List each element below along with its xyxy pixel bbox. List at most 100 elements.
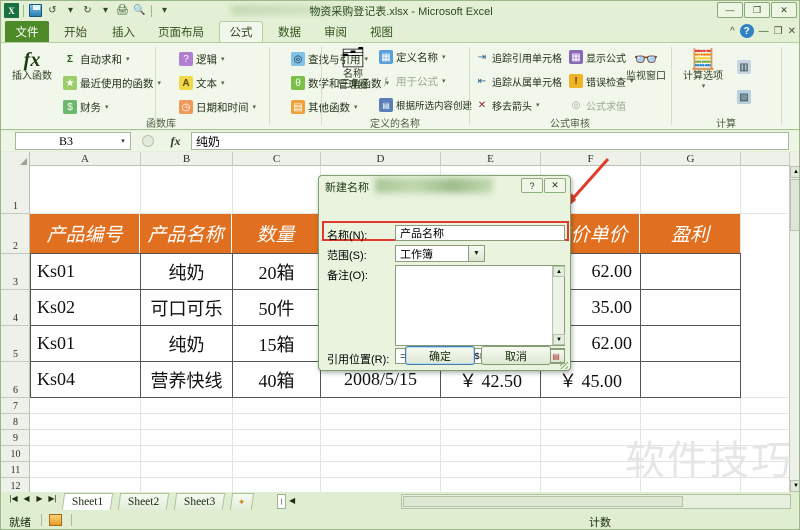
- vertical-scroll-thumb[interactable]: [790, 179, 799, 231]
- sheet-tab-bar[interactable]: |◀ ◀ ▶ ▶| Sheet1 Sheet2 Sheet3 ✦ | ◀: [1, 492, 799, 511]
- table-row[interactable]: 15箱: [232, 325, 321, 362]
- cancel-edit-icon[interactable]: [141, 135, 154, 147]
- row-header-8[interactable]: 8: [1, 414, 30, 430]
- tab-formulas[interactable]: 公式: [219, 21, 263, 42]
- recently-used-button[interactable]: ★ 最近使用的函数 ▾: [63, 73, 161, 93]
- table-row[interactable]: 可口可乐: [140, 289, 233, 326]
- sheet-tab-sheet2[interactable]: Sheet2: [117, 493, 170, 510]
- sheet-tab-sheet3[interactable]: Sheet3: [173, 493, 226, 510]
- row-header-11[interactable]: 11: [1, 462, 30, 478]
- show-formulas-button[interactable]: ▦ 显示公式: [569, 47, 626, 67]
- doc-restore-icon[interactable]: ❐: [774, 26, 783, 37]
- calculation-options-button[interactable]: 🧮 计算选项 ▾: [677, 49, 729, 90]
- row-header-10[interactable]: 10: [1, 446, 30, 462]
- remove-arrows-button[interactable]: ✕ 移去箭头 ▾: [475, 95, 540, 115]
- autosum-button[interactable]: Σ 自动求和 ▾: [63, 49, 130, 69]
- formula-bar[interactable]: B3 ▾ fx 纯奶: [1, 131, 799, 151]
- tab-home[interactable]: 开始: [55, 21, 96, 42]
- scope-select[interactable]: 工作簿 ▼: [395, 245, 485, 262]
- column-header-D[interactable]: D: [321, 152, 441, 166]
- next-sheet-icon[interactable]: ▶: [33, 494, 46, 503]
- tab-review[interactable]: 审阅: [315, 21, 356, 42]
- row-header-4[interactable]: 4: [1, 290, 30, 326]
- window-controls[interactable]: — ❐ ✕: [717, 2, 797, 18]
- dialog-help-button[interactable]: ?: [521, 178, 543, 193]
- table-row[interactable]: 20箱: [232, 253, 321, 290]
- scroll-left-icon[interactable]: ◀: [289, 496, 295, 505]
- tab-file[interactable]: 文件: [5, 21, 49, 42]
- horizontal-scrollbar[interactable]: [401, 494, 791, 509]
- define-name-button[interactable]: ▦ 定义名称 ▾: [379, 47, 446, 67]
- table-row[interactable]: 纯奶: [140, 253, 233, 290]
- macro-record-icon[interactable]: [49, 514, 62, 526]
- chevron-down-icon[interactable]: ▼: [468, 246, 484, 261]
- doc-close-icon[interactable]: ✕: [788, 26, 796, 37]
- last-sheet-icon[interactable]: ▶|: [46, 494, 59, 503]
- watch-window-button[interactable]: 👓 监视窗口: [621, 49, 671, 82]
- tab-page-layout[interactable]: 页面布局: [149, 21, 213, 42]
- tab-insert[interactable]: 插入: [103, 21, 144, 42]
- table-row[interactable]: [640, 361, 741, 398]
- help-icon[interactable]: ?: [739, 24, 754, 38]
- close-button[interactable]: ✕: [771, 2, 797, 18]
- row-header-6[interactable]: 6: [1, 362, 30, 398]
- table-header-cell-b[interactable]: 产品名称: [140, 214, 232, 253]
- column-header-A[interactable]: A: [30, 152, 141, 166]
- column-header-F[interactable]: F: [541, 152, 641, 166]
- horizontal-scroll-thumb[interactable]: [403, 496, 683, 507]
- chevron-down-icon[interactable]: ▾: [221, 79, 225, 87]
- sheet-tab-sheet1[interactable]: Sheet1: [61, 493, 114, 510]
- insert-function-icon[interactable]: fx: [171, 134, 181, 149]
- resize-grip[interactable]: [560, 361, 568, 369]
- row-headers[interactable]: 1 2 3 4 5 6 7 8 9 10 11 12: [1, 166, 30, 492]
- name-manager-button[interactable]: 🗂 名称 管理器: [331, 47, 375, 91]
- cancel-button[interactable]: 取消: [481, 346, 551, 365]
- table-row[interactable]: [640, 253, 741, 290]
- minimize-button[interactable]: —: [717, 2, 743, 18]
- doc-minimize-icon[interactable]: —: [759, 26, 769, 37]
- scroll-down-icon[interactable]: ▼: [553, 334, 565, 345]
- column-header-C[interactable]: C: [233, 152, 321, 166]
- ribbon-tab-strip[interactable]: 文件 开始 插入 页面布局 公式 数据 审阅 视图 ^ ? — ❐ ✕: [1, 21, 799, 42]
- ribbon-right-controls[interactable]: ^ ? — ❐ ✕: [730, 24, 796, 38]
- row-header-9[interactable]: 9: [1, 430, 30, 446]
- chevron-down-icon[interactable]: ▾: [221, 55, 225, 63]
- table-row[interactable]: 营养快线: [140, 361, 233, 398]
- new-name-dialog[interactable]: 新建名称 ? ✕ 名称(N): 产品名称 范围(S): 工作簿 ▼ 备注(O):…: [318, 175, 571, 371]
- table-row[interactable]: [640, 325, 741, 362]
- chevron-down-icon[interactable]: ▾: [158, 79, 162, 87]
- table-header-cell-c[interactable]: 数量: [232, 214, 320, 253]
- column-header-H[interactable]: [741, 152, 789, 166]
- table-row[interactable]: [640, 289, 741, 326]
- create-from-selection-button[interactable]: ▤ 根据所选内容创建: [379, 95, 472, 115]
- chevron-down-icon[interactable]: ▾: [442, 77, 446, 85]
- table-row[interactable]: Ks02: [30, 289, 141, 326]
- name-box-dropdown-icon[interactable]: ▾: [116, 137, 130, 145]
- select-all-corner[interactable]: [1, 152, 30, 166]
- table-row[interactable]: 40箱: [232, 361, 321, 398]
- column-header-B[interactable]: B: [141, 152, 233, 166]
- scroll-down-icon[interactable]: ▼: [790, 480, 799, 492]
- comment-scrollbar[interactable]: ▲ ▼: [552, 266, 565, 345]
- scroll-split-handle[interactable]: |: [277, 494, 286, 509]
- chevron-down-icon[interactable]: ▾: [105, 103, 109, 111]
- chevron-down-icon[interactable]: ▾: [253, 103, 257, 111]
- name-box[interactable]: B3 ▾: [15, 132, 131, 150]
- name-input[interactable]: 产品名称: [395, 225, 565, 241]
- financial-button[interactable]: $ 财务 ▾: [63, 97, 109, 117]
- use-in-formula-button[interactable]: ƒ 用于公式 ▾: [379, 71, 446, 91]
- restore-button[interactable]: ❐: [744, 2, 770, 18]
- insert-function-button[interactable]: fx 插入函数: [7, 49, 57, 82]
- table-row[interactable]: 50件: [232, 289, 321, 326]
- text-button[interactable]: A 文本 ▾: [179, 73, 225, 93]
- column-header-G[interactable]: G: [641, 152, 741, 166]
- calculate-sheet-button[interactable]: ▨: [737, 87, 751, 107]
- table-row[interactable]: 纯奶: [140, 325, 233, 362]
- formula-bar-buttons[interactable]: fx: [133, 132, 189, 150]
- trace-precedents-button[interactable]: ⇥ 追踪引用单元格: [475, 47, 562, 67]
- row-header-3[interactable]: 3: [1, 254, 30, 290]
- row-header-1[interactable]: 1: [1, 166, 30, 214]
- tab-view[interactable]: 视图: [361, 21, 402, 42]
- scroll-up-icon[interactable]: ▲: [790, 166, 799, 178]
- tab-data[interactable]: 数据: [269, 21, 310, 42]
